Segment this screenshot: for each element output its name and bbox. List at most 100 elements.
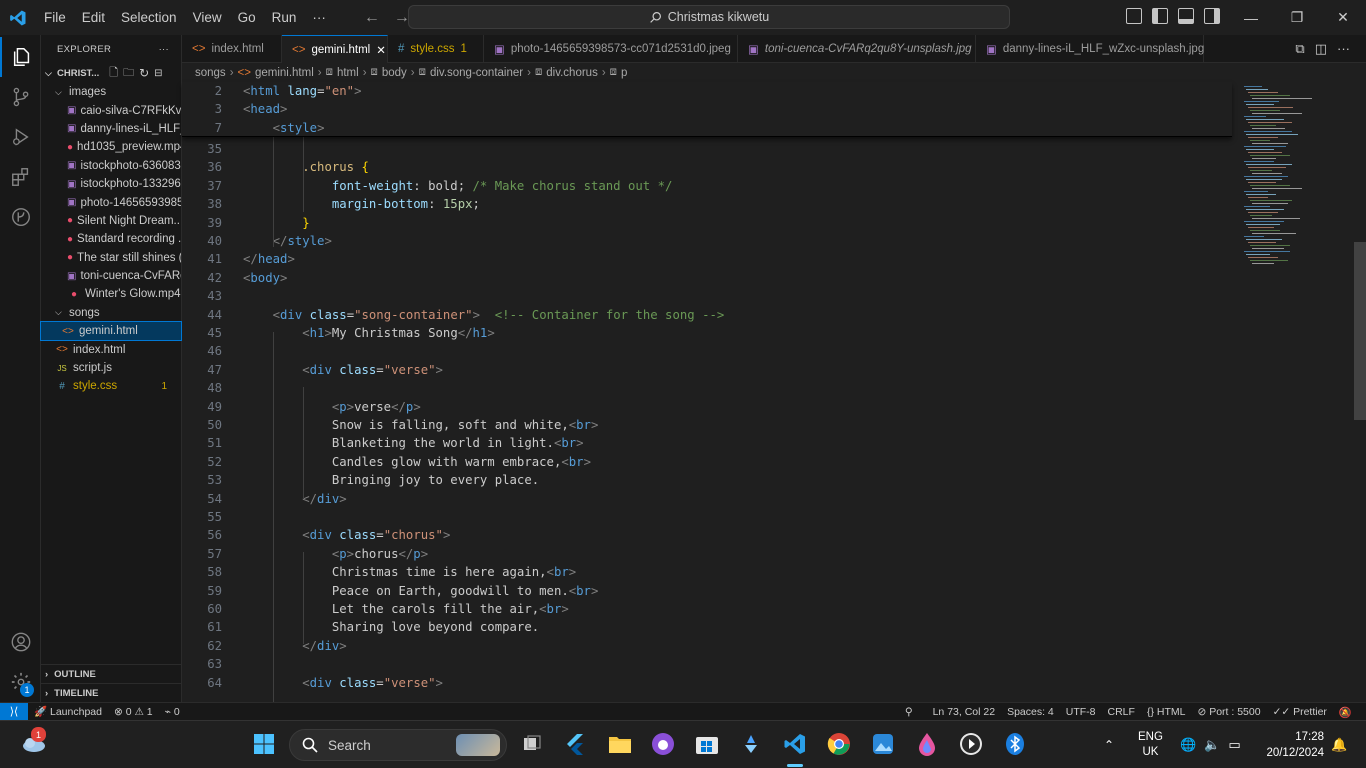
toggle-secondary-sidebar-icon[interactable] [1204,8,1220,24]
tree-folder[interactable]: ⌵ songs [41,304,181,322]
windows-start-icon[interactable] [251,731,277,757]
ports-item[interactable]: ⌁ 0 [159,706,186,718]
code-editor[interactable]: 2<html lang="en">3<head>7 <style> 34 }35… [182,82,1232,702]
location-pin-icon[interactable]: ⚲ [899,706,919,718]
github-desktop-icon[interactable] [650,731,676,757]
toggle-panel-icon[interactable] [1178,8,1194,24]
vscode-taskbar-icon[interactable] [782,731,808,757]
encoding[interactable]: UTF-8 [1060,706,1102,718]
tree-file[interactable]: JS script.js [41,359,181,377]
problems-item[interactable]: ⊗ 0 ⚠ 1 [108,706,159,718]
outline-section[interactable]: › OUTLINE [41,664,182,683]
menu-edit[interactable]: Edit [74,0,113,35]
tree-file[interactable]: ● Silent Night Dream.... [41,212,181,230]
new-file-icon[interactable]: 🗋 [109,64,118,83]
chrome-icon[interactable] [826,731,852,757]
cursor-position[interactable]: Ln 73, Col 22 [927,706,1001,718]
git-graph-icon[interactable] [0,197,41,237]
restore-icon[interactable]: ❐ [1274,0,1320,35]
live-server-port[interactable]: ⊘ Port : 5500 [1191,706,1266,718]
close-tab-icon[interactable]: ✕ [376,43,386,57]
account-icon[interactable] [0,622,41,662]
minimize-icon[interactable]: — [1228,0,1274,35]
tree-file[interactable]: ▣danny-lines-iL_HLF_... [41,120,181,138]
breadcrumb-item[interactable]: div.chorus [546,67,598,79]
clock[interactable]: 17:28 20/12/2024 [1266,729,1324,761]
menu-more[interactable]: ··· [304,0,334,35]
source-control-icon[interactable] [0,77,41,117]
menu-file[interactable]: File [36,0,74,35]
open-preview-icon[interactable]: ⧉ [1295,41,1304,57]
launchpad-item[interactable]: 🚀 Launchpad [28,705,108,718]
menu-view[interactable]: View [185,0,230,35]
breadcrumb-item[interactable]: gemini.html [255,67,314,79]
microsoft-store-icon[interactable] [694,731,720,757]
tree-folder[interactable]: ⌵ images [41,83,181,101]
tree-file[interactable]: ● Standard recording ... [41,230,181,248]
tree-file[interactable]: ● hd1035_preview.mp4 [41,138,181,156]
vertical-scrollbar[interactable] [1354,82,1366,702]
explorer-more-icon[interactable]: ··· [159,44,169,55]
breadcrumb-item[interactable]: songs [195,67,226,79]
tree-file[interactable]: ▣toni-cuenca-CvFARq... [41,267,181,285]
collapse-all-icon[interactable]: ⊟ [154,68,162,79]
system-tray[interactable]: 🌐 🔈 ▭ [1180,721,1241,768]
tab-photo-jpeg[interactable]: ▣ photo-1465659398573-cc071d2531d0.jpeg [484,35,738,63]
menu-selection[interactable]: Selection [113,0,185,35]
language-mode[interactable]: {} HTML [1141,706,1192,718]
line-ending[interactable]: CRLF [1102,706,1141,718]
tree-file[interactable]: <> gemini.html [40,321,182,342]
customize-layout-icon[interactable] [1126,8,1142,24]
breadcrumb-item[interactable]: div.song-container [430,67,523,79]
workspace-folder[interactable]: ⌵ CHRIST... 🗋 🗀 ↻ ⊟ [41,63,181,83]
tree-file[interactable]: # style.css 1 [41,377,181,395]
split-editor-icon[interactable]: ◫ [1315,41,1327,57]
settings-gear-icon[interactable]: 1 [0,662,41,702]
task-view-icon[interactable] [519,731,545,757]
tree-file[interactable]: ▣caio-silva-C7RFkKvT... [41,101,181,119]
menu-run[interactable]: Run [264,0,305,35]
sticky-scroll[interactable]: 2 <html lang="en"> 3 <head> 7 <style> [182,82,1232,137]
scrollbar-thumb[interactable] [1354,242,1366,420]
file-explorer-icon[interactable] [607,731,633,757]
tab-gemini-html[interactable]: <> gemini.html ✕ [282,35,388,63]
show-hidden-icons-icon[interactable]: ⌃ [1104,721,1114,768]
back-arrow-icon[interactable]: ← [364,9,380,27]
paint-app-icon[interactable] [914,731,940,757]
command-center-search[interactable]: Christmas kikwetu [408,5,1010,29]
tab-danny-lines-jpg[interactable]: ▣ danny-lines-iL_HLF_wZxc-unsplash.jpg [976,35,1204,63]
tree-file[interactable]: ▣ istockphoto-636083... [41,157,181,175]
breadcrumb-item[interactable]: p [621,67,627,79]
indentation[interactable]: Spaces: 4 [1001,706,1060,718]
run-debug-icon[interactable] [0,117,41,157]
menu-go[interactable]: Go [230,0,264,35]
tree-file[interactable]: ▣ istockphoto-133296... [41,175,181,193]
notification-center-icon[interactable]: 🔔 [1331,721,1347,768]
copilot-app-icon[interactable] [738,731,764,757]
photos-app-icon[interactable] [870,731,896,757]
breadcrumb-item[interactable]: body [382,67,407,79]
bluetooth-icon[interactable] [1002,731,1028,757]
tab-toni-cuenca-jpg[interactable]: ▣ toni-cuenca-CvFARq2qu8Y-unsplash.jpg [738,35,976,63]
toggle-primary-sidebar-icon[interactable] [1152,8,1168,24]
minimap[interactable] [1234,82,1354,702]
tab-index-html[interactable]: <> index.html [182,35,282,63]
media-player-icon[interactable] [958,731,984,757]
weather-widget-icon[interactable]: 1 [18,727,48,756]
extensions-icon[interactable] [0,157,41,197]
close-icon[interactable]: ✕ [1320,0,1366,35]
tab-style-css[interactable]: # style.css 1 [388,35,484,63]
timeline-section[interactable]: › TIMELINE [41,683,182,702]
taskbar-search[interactable]: Search [289,729,507,761]
tree-file[interactable]: ▣photo-14656593985... [41,193,181,211]
prettier-formatter[interactable]: ✓✓ Prettier [1267,706,1333,718]
input-language[interactable]: ENG UK [1138,721,1163,768]
remote-indicator-icon[interactable]: ⟩⟨ [0,702,28,721]
more-actions-icon[interactable]: ··· [1337,41,1350,57]
breadcrumb-item[interactable]: html [337,67,359,79]
tree-file[interactable]: <> index.html [41,340,181,358]
tree-file[interactable]: ● Winter's Glow.mp4 [41,285,181,303]
refresh-icon[interactable]: ↻ [139,66,149,80]
explorer-icon[interactable] [0,37,41,77]
flutter-app-icon[interactable] [562,731,588,757]
